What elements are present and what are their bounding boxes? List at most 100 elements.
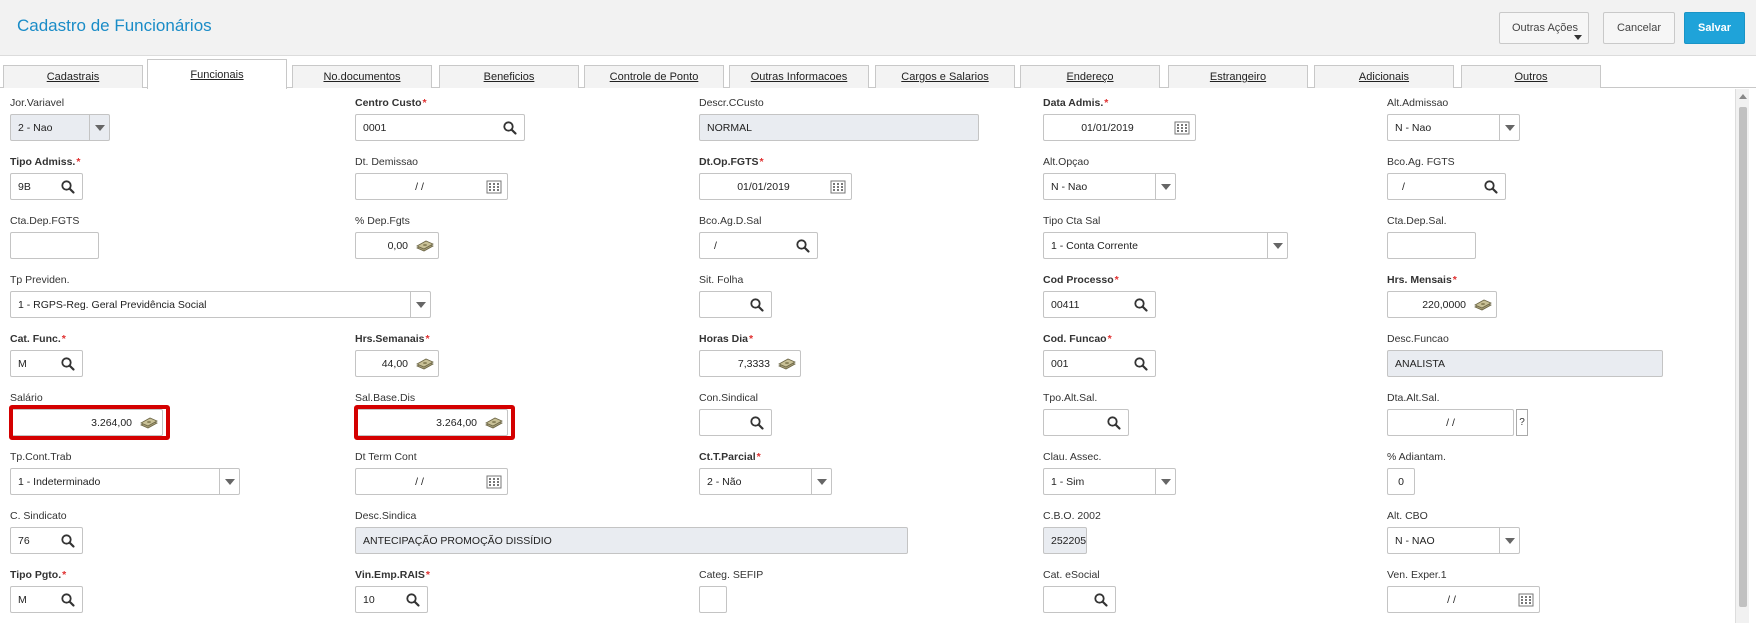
outras-acoes-button[interactable]: Outras Ações [1499,12,1589,44]
search-icon[interactable] [405,592,421,608]
cta-dep-sal-field[interactable] [1387,232,1476,259]
vin-emp-rais-field[interactable]: 10 [355,586,428,613]
hrs-mensais-label: Hrs. Mensais* [1387,274,1457,286]
vertical-scrollbar[interactable] [1735,89,1749,623]
jor-variavel-select[interactable]: 2 - Nao [10,114,110,141]
calculator-money-icon[interactable] [416,238,434,254]
chevron-down-icon[interactable] [1499,528,1519,553]
ven-exper-1-value: / / [1447,594,1456,606]
cod-funcao-field[interactable]: 001 [1043,350,1156,377]
ct-t-parcial-label: Ct.T.Parcial* [699,451,761,463]
calculator-money-icon[interactable] [778,356,796,372]
required-marker: * [749,333,754,345]
tipo-admiss-field[interactable]: 9B [10,173,83,200]
tab-no-documentos[interactable]: No.documentos [292,65,432,88]
alt-admissao-select[interactable]: N - Nao [1387,114,1520,141]
scroll-up-icon[interactable] [1739,94,1747,99]
horas-dia-field[interactable]: 7,3333 [699,350,801,377]
calculator-money-icon[interactable] [1474,297,1492,313]
desc-funcao-field: ANALISTA [1387,350,1663,377]
tab-funcionais[interactable]: Funcionais [147,59,287,89]
cat-func-label: Cat. Func.* [10,333,66,345]
save-button[interactable]: Salvar [1684,12,1745,44]
tab-cargos-e-salarios[interactable]: Cargos e Salarios [875,65,1015,88]
search-icon[interactable] [60,356,76,372]
tp-previden-label: Tp Previden. [10,274,70,286]
search-icon[interactable] [60,179,76,195]
cta-dep-fgts-field[interactable] [10,232,99,259]
dt-demissao-field[interactable]: / / [355,173,508,200]
cat-func-field[interactable]: M [10,350,83,377]
categ-sefip-field[interactable] [699,586,727,613]
tab-controle-de-ponto[interactable]: Controle de Ponto [584,65,724,88]
dta-alt-sal-field[interactable]: / / [1387,409,1514,436]
clau-assec-select[interactable]: 1 - Sim [1043,468,1176,495]
chevron-down-icon[interactable] [811,469,831,494]
tab-outros[interactable]: Outros [1461,65,1601,88]
bco-ag-d-sal-field[interactable]: / [699,232,818,259]
calculator-money-icon[interactable] [416,356,434,372]
search-icon[interactable] [1106,415,1122,431]
data-admis-field[interactable]: 01/01/2019 [1043,114,1196,141]
chevron-down-icon[interactable] [219,469,239,494]
tipo-cta-sal-select[interactable]: 1 - Conta Corrente [1043,232,1288,259]
hrs-mensais-field[interactable]: 220,0000 [1387,291,1497,318]
alt-cbo-select[interactable]: N - NAO [1387,527,1520,554]
hrs-semanais-field[interactable]: 44,00 [355,350,439,377]
tab-estrangeiro[interactable]: Estrangeiro [1168,65,1308,88]
search-icon[interactable] [795,238,811,254]
tp-previden-select[interactable]: 1 - RGPS-Reg. Geral Previdência Social [10,291,431,318]
tpo-alt-sal-field[interactable] [1043,409,1129,436]
chevron-down-icon[interactable] [1155,174,1175,199]
c-sindicato-field[interactable]: 76 [10,527,83,554]
search-icon[interactable] [1483,179,1499,195]
calendar-icon[interactable] [486,474,502,490]
ct-t-parcial-select[interactable]: 2 - Não [699,468,832,495]
search-icon[interactable] [60,533,76,549]
search-icon[interactable] [60,592,76,608]
search-icon[interactable] [1093,592,1109,608]
calendar-icon[interactable] [1174,120,1190,136]
calendar-icon[interactable] [830,179,846,195]
jor-variavel-label: Jor.Variavel [10,97,64,109]
con-sindical-field[interactable] [699,409,772,436]
chevron-down-icon[interactable] [1267,233,1287,258]
tipo-pgto-field[interactable]: M [10,586,83,613]
search-icon[interactable] [502,120,518,136]
cod-processo-field[interactable]: 00411 [1043,291,1156,318]
centro-custo-field[interactable]: 0001 [355,114,525,141]
chevron-down-icon[interactable] [1499,115,1519,140]
dt-op-fgts-label: Dt.Op.FGTS* [699,156,764,168]
required-marker: * [61,333,66,345]
dt-op-fgts-field[interactable]: 01/01/2019 [699,173,852,200]
ven-exper-1-field[interactable]: / / [1387,586,1540,613]
scrollbar-thumb[interactable] [1739,107,1747,607]
tab-cadastrais[interactable]: Cadastrais [3,65,143,88]
search-icon[interactable] [1133,356,1149,372]
tab-endereco[interactable]: Endereço [1020,65,1160,88]
adiantam-field[interactable]: 0 [1387,468,1415,495]
cat-esocial-field[interactable] [1043,586,1116,613]
search-icon[interactable] [749,297,765,313]
chevron-down-icon[interactable] [410,292,430,317]
search-icon[interactable] [1133,297,1149,313]
dt-term-cont-field[interactable]: / / [355,468,508,495]
cancel-button[interactable]: Cancelar [1603,12,1675,44]
calendar-icon[interactable] [486,179,502,195]
help-button[interactable]: ? [1516,409,1528,436]
alt-opcao-select[interactable]: N - Nao [1043,173,1176,200]
tp-cont-trab-select[interactable]: 1 - Indeterminado [10,468,240,495]
dep-fgts-field[interactable]: 0,00 [355,232,439,259]
bco-ag-fgts-field[interactable]: / [1387,173,1506,200]
sal-base-dis-label-text: Sal.Base.Dis [355,392,416,404]
tab-beneficios[interactable]: Beneficios [439,65,579,88]
dt-demissao-label: Dt. Demissao [355,156,418,168]
search-icon[interactable] [749,415,765,431]
sit-folha-field[interactable] [699,291,772,318]
tab-outras-informacoes[interactable]: Outras Informacoes [729,65,869,88]
chevron-down-icon[interactable] [89,115,109,140]
categ-sefip-label: Categ. SEFIP [699,569,763,581]
tab-adicionais[interactable]: Adicionais [1314,65,1454,88]
calendar-icon[interactable] [1518,592,1534,608]
chevron-down-icon[interactable] [1155,469,1175,494]
